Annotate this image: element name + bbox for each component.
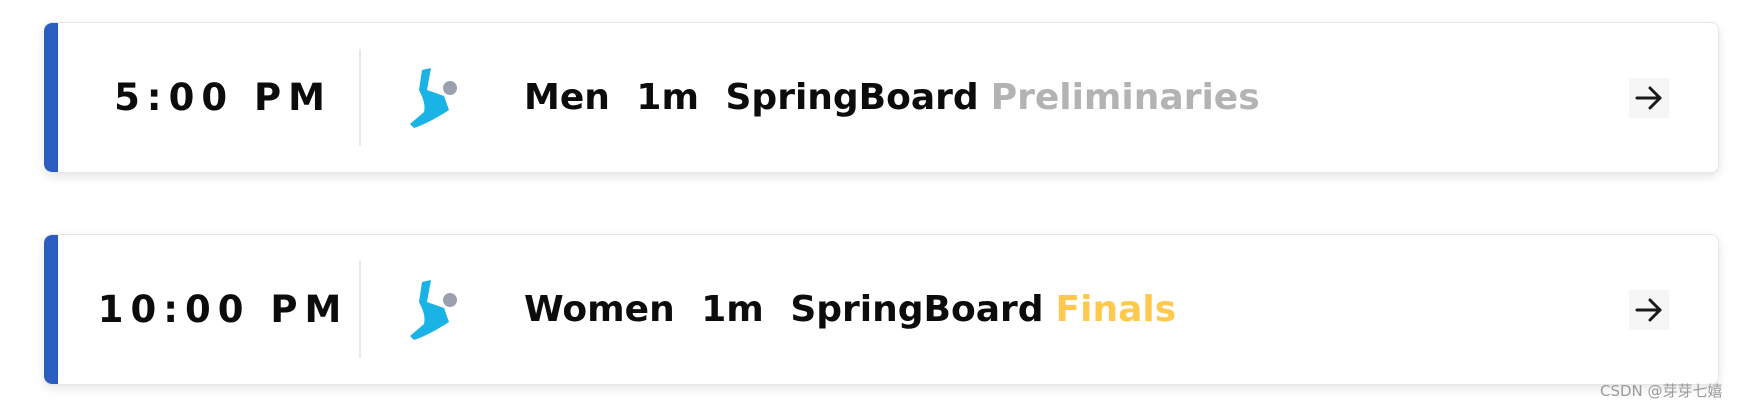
diving-icon — [410, 280, 457, 340]
card-accent-bar — [44, 235, 58, 384]
divider — [359, 49, 361, 146]
event-card[interactable]: 5:00 PM Men 1m SpringBoard Preliminaries — [44, 22, 1719, 173]
divider — [359, 261, 361, 358]
event-time: 5:00 PM — [114, 76, 332, 119]
event-card[interactable]: 10:00 PM Women 1m SpringBoard Finals — [44, 234, 1719, 385]
event-name: Men 1m SpringBoard — [524, 77, 979, 118]
diving-icon — [410, 68, 457, 128]
event-title: Women 1m SpringBoard Finals — [524, 235, 1176, 384]
event-time: 10:00 PM — [97, 288, 349, 331]
open-event-button[interactable] — [1629, 290, 1669, 330]
card-accent-bar — [44, 23, 58, 172]
open-event-button[interactable] — [1629, 78, 1669, 118]
event-title: Men 1m SpringBoard Preliminaries — [524, 23, 1260, 172]
event-stage: Finals — [1055, 289, 1177, 330]
event-name: Women 1m SpringBoard — [524, 289, 1044, 330]
arrow-right-icon — [1635, 86, 1662, 110]
arrow-right-icon — [1635, 298, 1662, 322]
watermark: CSDN @芽芽七嬉 — [1600, 382, 1723, 400]
event-stage: Preliminaries — [990, 77, 1260, 118]
